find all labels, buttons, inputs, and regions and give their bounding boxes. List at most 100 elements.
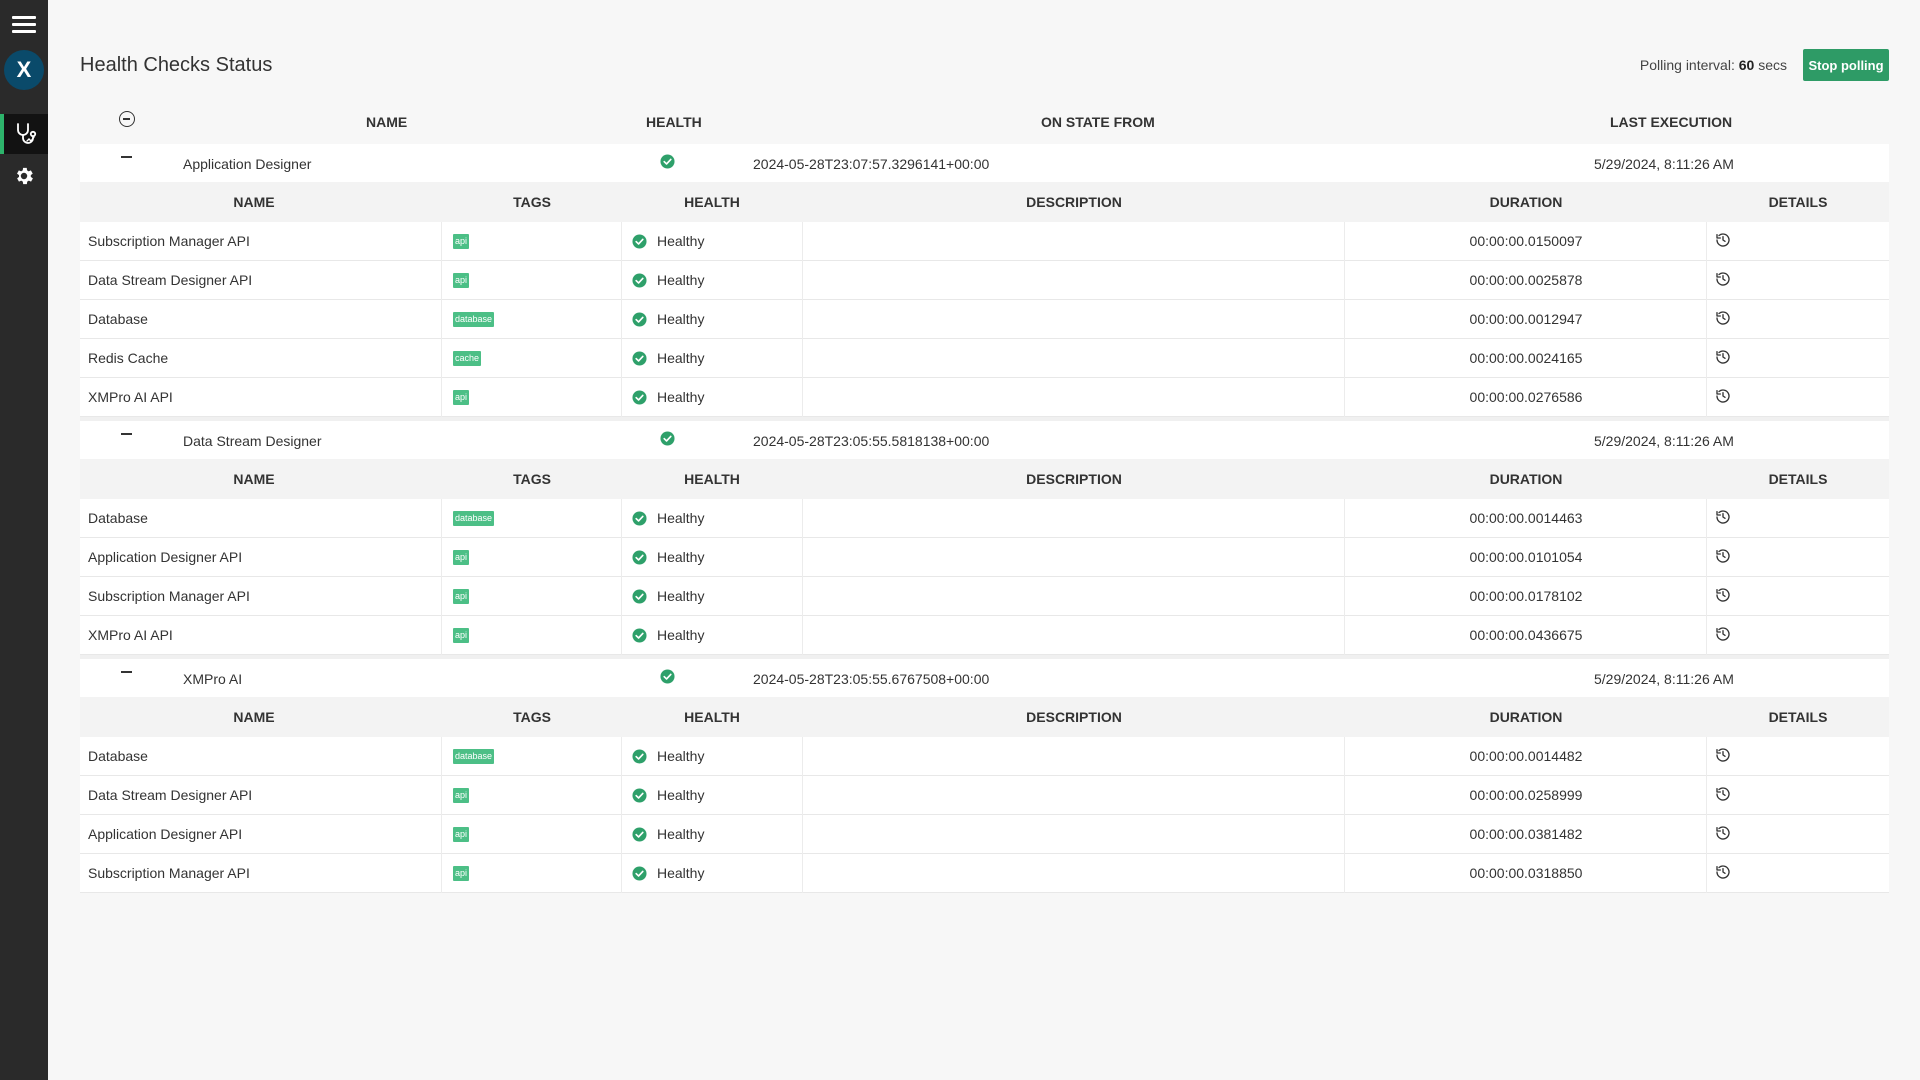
polling-interval: Polling interval: 60 secs: [1640, 57, 1787, 73]
cell-health: Healthy: [622, 815, 803, 854]
check-name: Subscription Manager API: [88, 588, 250, 604]
app-logo[interactable]: X: [0, 48, 48, 92]
duration-value: 00:00:00.0178102: [1469, 588, 1583, 604]
sub-col-header-name: NAME: [233, 709, 275, 725]
sub-col-header-name: NAME: [233, 194, 275, 210]
cell-health: Healthy: [622, 538, 803, 577]
col-header-last-execution: LAST EXECUTION: [1610, 114, 1733, 130]
stop-polling-button[interactable]: Stop polling: [1803, 49, 1889, 81]
health-status: Healthy: [657, 350, 705, 366]
check-circle-icon: [632, 273, 647, 291]
sub-col-header-health: HEALTH: [684, 471, 740, 487]
tag-badge: api: [453, 866, 470, 881]
collapse-group-icon[interactable]: [121, 156, 132, 158]
cell-name: XMPro AI API: [80, 616, 442, 655]
check-name: Subscription Manager API: [88, 233, 250, 249]
cell-duration: 00:00:00.0381482: [1345, 815, 1707, 854]
cell-details: [1707, 616, 1889, 655]
history-icon[interactable]: [1715, 587, 1731, 606]
cell-tags: api: [442, 815, 622, 854]
duration-value: 00:00:00.0381482: [1469, 826, 1583, 842]
table-row: Data Stream Designer API api Healthy 00:00…: [80, 776, 1889, 815]
tag-badge: database: [453, 312, 495, 327]
cell-duration: 00:00:00.0025878: [1345, 261, 1707, 300]
polling-value: 60: [1738, 57, 1755, 73]
table-row: Database database Healthy 00:00:00.0012947: [80, 300, 1889, 339]
collapse-all-icon[interactable]: [119, 111, 135, 127]
history-icon[interactable]: [1715, 232, 1731, 251]
cell-details: [1707, 538, 1889, 577]
duration-value: 00:00:00.0318850: [1469, 865, 1583, 881]
cell-details: [1707, 776, 1889, 815]
health-group: XMPro AI 2024-05-28T23:05:55.6767508+00:…: [80, 659, 1889, 893]
group-row[interactable]: Application Designer 2024-05-28T23:07:57…: [80, 144, 1889, 182]
cell-duration: 00:00:00.0101054: [1345, 538, 1707, 577]
group-name: XMPro AI: [183, 671, 243, 687]
cell-health: Healthy: [622, 378, 803, 417]
group-row[interactable]: Data Stream Designer 2024-05-28T23:05:55…: [80, 421, 1889, 459]
sidebar-item-settings[interactable]: [0, 158, 48, 194]
cell-description: [803, 538, 1345, 577]
history-icon[interactable]: [1715, 310, 1731, 329]
history-icon[interactable]: [1715, 626, 1731, 645]
cell-duration: 00:00:00.0150097: [1345, 222, 1707, 261]
check-name: XMPro AI API: [88, 389, 173, 405]
collapse-group-icon[interactable]: [121, 671, 132, 673]
cell-details: [1707, 300, 1889, 339]
tag-badge: cache: [453, 351, 482, 366]
history-icon[interactable]: [1715, 509, 1731, 528]
cell-details: [1707, 737, 1889, 776]
health-group: Application Designer 2024-05-28T23:07:57…: [80, 144, 1889, 421]
cell-description: [803, 776, 1345, 815]
tag-badge: api: [453, 628, 470, 643]
check-circle-icon: [632, 234, 647, 252]
tag-badge: api: [453, 589, 470, 604]
cell-tags: database: [442, 499, 622, 538]
check-circle-icon: [632, 550, 647, 568]
sub-col-header-details: DETAILS: [1768, 709, 1828, 725]
group-on-state-from: 2024-05-28T23:07:57.3296141+00:00: [753, 156, 990, 172]
health-status: Healthy: [657, 826, 705, 842]
menu-button[interactable]: [0, 6, 48, 42]
table-row: Subscription Manager API api Healthy 00:00…: [80, 222, 1889, 261]
polling-label: Polling interval:: [1639, 57, 1735, 73]
table-row: Application Designer API api Healthy 00:00…: [80, 538, 1889, 577]
history-icon[interactable]: [1715, 271, 1731, 290]
cell-tags: cache: [442, 339, 622, 378]
check-name: Redis Cache: [88, 350, 169, 366]
collapse-group-icon[interactable]: [121, 433, 132, 435]
sub-table-header: NAME TAGS HEALTH DESCRIPTION DURATION DETAILS: [80, 459, 1889, 499]
health-status: Healthy: [657, 311, 705, 327]
cell-name: Subscription Manager API: [80, 577, 442, 616]
duration-value: 00:00:00.0014463: [1469, 510, 1583, 526]
cell-health: Healthy: [622, 577, 803, 616]
history-icon[interactable]: [1715, 825, 1731, 844]
history-icon[interactable]: [1715, 747, 1731, 766]
duration-value: 00:00:00.0276586: [1469, 389, 1583, 405]
cell-name: Application Designer API: [80, 538, 442, 577]
history-icon[interactable]: [1715, 548, 1731, 567]
table-row: Application Designer API api Healthy 00:00…: [80, 815, 1889, 854]
main-table-header: NAME HEALTH ON STATE FROM LAST EXECUTION: [80, 106, 1889, 144]
cell-duration: 00:00:00.0012947: [1345, 300, 1707, 339]
check-circle-icon: [632, 827, 647, 845]
health-status: Healthy: [657, 787, 705, 803]
history-icon[interactable]: [1715, 864, 1731, 883]
stethoscope-icon: [17, 123, 37, 144]
sub-col-header-duration: DURATION: [1489, 194, 1563, 210]
health-status: Healthy: [657, 627, 705, 643]
group-last-execution: 5/29/2024, 8:11:26 AM: [1594, 156, 1734, 172]
sidebar-item-health[interactable]: [0, 114, 48, 154]
sub-col-header-tags: TAGS: [513, 471, 551, 487]
group-row[interactable]: XMPro AI 2024-05-28T23:05:55.6767508+00:…: [80, 659, 1889, 697]
cell-description: [803, 499, 1345, 538]
polling-unit: secs: [1758, 57, 1787, 73]
sub-col-header-health: HEALTH: [684, 709, 740, 725]
history-icon[interactable]: [1715, 349, 1731, 368]
health-status: Healthy: [657, 588, 705, 604]
history-icon[interactable]: [1715, 388, 1731, 407]
health-status: Healthy: [657, 748, 705, 764]
sub-col-header-details: DETAILS: [1768, 194, 1828, 210]
history-icon[interactable]: [1715, 786, 1731, 805]
cell-duration: 00:00:00.0178102: [1345, 577, 1707, 616]
